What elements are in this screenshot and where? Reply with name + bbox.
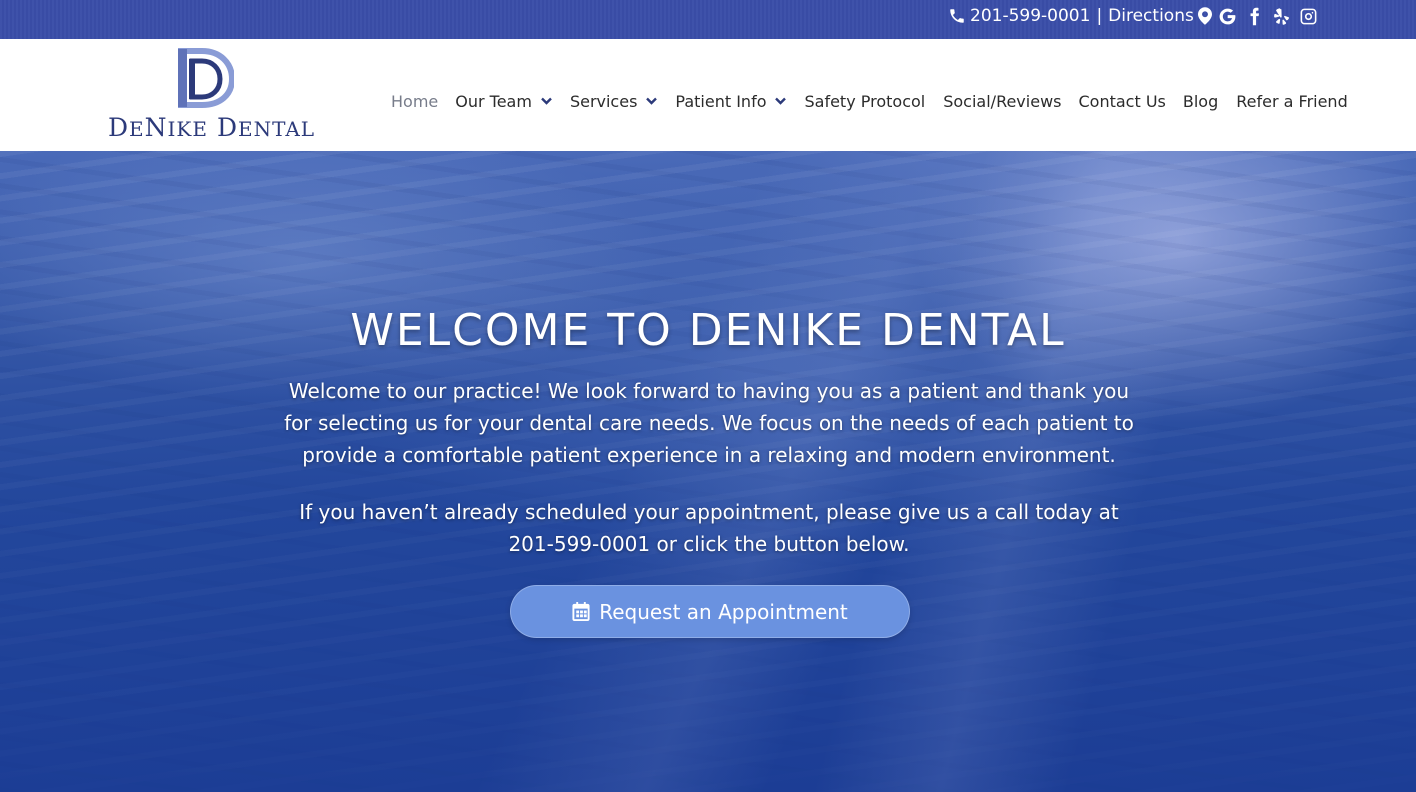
phone-number-link[interactable]: 201-599-0001 xyxy=(970,6,1090,26)
site-header: DENIKE DENTAL Home Our Team Services Pat… xyxy=(0,39,1416,151)
request-appointment-button[interactable]: Request an Appointment xyxy=(510,585,910,638)
nav-item-patient-info[interactable]: Patient Info xyxy=(675,92,787,111)
main-nav: Home Our Team Services Patient Info Safe… xyxy=(391,87,1348,115)
nav-item-refer-a-friend[interactable]: Refer a Friend xyxy=(1236,92,1347,111)
instagram-icon[interactable] xyxy=(1299,7,1318,26)
nav-item-blog[interactable]: Blog xyxy=(1183,92,1218,111)
facebook-icon[interactable] xyxy=(1245,7,1264,26)
separator: | xyxy=(1096,6,1103,26)
chevron-down-icon xyxy=(775,97,787,105)
request-appointment-label: Request an Appointment xyxy=(599,599,848,624)
light-rays xyxy=(0,151,1416,792)
directions-link[interactable]: Directions xyxy=(1108,6,1194,26)
nav-item-social-reviews[interactable]: Social/Reviews xyxy=(943,92,1061,111)
calendar-icon xyxy=(572,602,590,621)
yelp-icon[interactable] xyxy=(1272,7,1291,26)
chevron-down-icon xyxy=(541,97,552,105)
logo-wordmark: DENIKE DENTAL xyxy=(108,113,316,142)
social-links xyxy=(1218,0,1318,32)
logo-mark-icon xyxy=(178,48,234,108)
hero-welcome-text: Welcome to our practice! We look forward… xyxy=(284,379,1134,467)
map-pin-icon[interactable] xyxy=(1197,7,1212,25)
chevron-down-icon xyxy=(646,97,658,105)
nav-item-safety-protocol[interactable]: Safety Protocol xyxy=(804,92,925,111)
phone-icon xyxy=(950,9,964,23)
hero-call-text: If you haven’t already scheduled your ap… xyxy=(299,500,1119,556)
nav-item-services[interactable]: Services xyxy=(570,92,658,111)
top-bar: 201-599-0001 | Directions xyxy=(0,0,1416,39)
nav-item-contact-us[interactable]: Contact Us xyxy=(1078,92,1165,111)
google-icon[interactable] xyxy=(1218,7,1237,26)
hero-title: WELCOME TO DENIKE DENTAL xyxy=(350,305,1066,356)
denike-dental-logo[interactable]: DENIKE DENTAL xyxy=(108,47,314,143)
contact-info: 201-599-0001 | Directions xyxy=(948,0,1212,32)
nav-item-home[interactable]: Home xyxy=(391,92,438,111)
hero-section: WELCOME TO DENIKE DENTAL Welcome to our … xyxy=(0,151,1416,792)
nav-item-our-team[interactable]: Our Team xyxy=(455,92,552,111)
